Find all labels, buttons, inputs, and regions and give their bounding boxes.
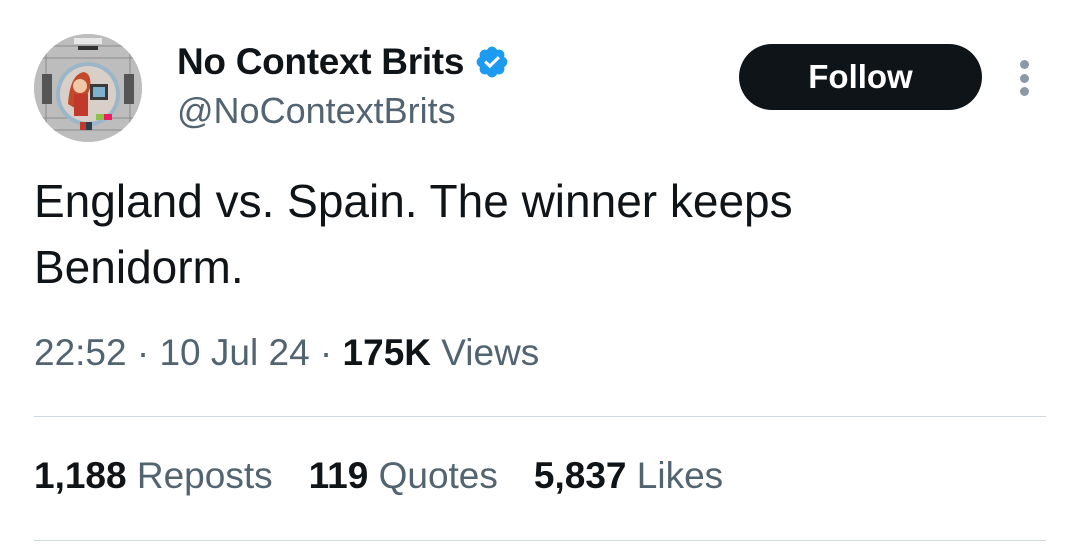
meta-separator: ·: [309, 332, 343, 373]
divider: [34, 416, 1046, 417]
quotes-label: Quotes: [378, 455, 498, 496]
views-count: 175K: [342, 332, 431, 373]
tweet-meta: 22:52 · 10 Jul 24 · 175K Views: [34, 332, 539, 374]
tweet-date[interactable]: 10 Jul 24: [159, 332, 309, 373]
more-vertical-icon[interactable]: [1012, 56, 1036, 100]
reposts-count: 1,188: [34, 455, 127, 496]
reposts-label: Reposts: [136, 455, 273, 496]
more-dot: [1019, 73, 1029, 83]
avatar[interactable]: [34, 34, 142, 142]
author-display-name[interactable]: No Context Brits: [177, 41, 464, 83]
tweet-time[interactable]: 22:52: [34, 332, 127, 373]
reposts-stat[interactable]: 1,188 Reposts: [34, 455, 273, 497]
more-dot: [1019, 60, 1029, 69]
quotes-count: 119: [308, 455, 369, 496]
author-name-block: No Context Brits @NoContextBrits: [177, 40, 510, 132]
test-card-avatar-image: [34, 34, 142, 142]
follow-button[interactable]: Follow: [739, 44, 982, 110]
more-dot: [1019, 87, 1029, 96]
likes-stat[interactable]: 5,837 Likes: [534, 455, 723, 497]
quotes-stat[interactable]: 119 Quotes: [309, 455, 498, 497]
tweet-header: No Context Brits @NoContextBrits Follow: [34, 34, 1046, 144]
tweet-stats: 1,188 Reposts 119 Quotes 5,837 Likes: [34, 455, 759, 497]
likes-count: 5,837: [533, 455, 627, 496]
likes-label: Likes: [636, 455, 724, 496]
display-name-row: No Context Brits: [177, 40, 510, 84]
tweet-text: England vs. Spain. The winner keeps Beni…: [34, 175, 793, 293]
views-label: Views: [441, 332, 540, 373]
meta-separator: ·: [126, 332, 160, 373]
divider: [34, 540, 1046, 541]
author-handle[interactable]: @NoContextBrits: [177, 90, 510, 132]
verified-badge-icon[interactable]: [474, 44, 510, 80]
